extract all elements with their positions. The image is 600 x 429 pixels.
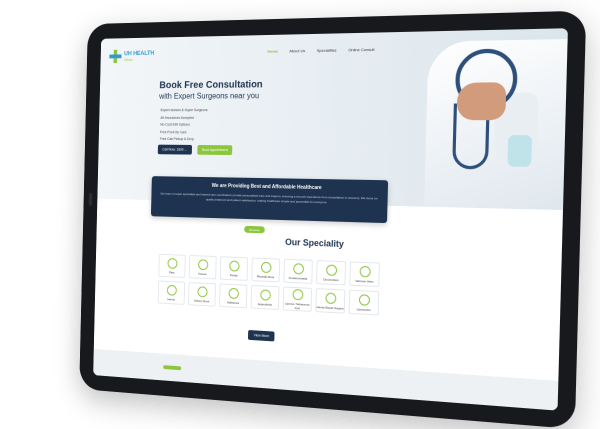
speciality-card[interactable]: Fissure	[188, 254, 217, 280]
view-more-button[interactable]: View More	[247, 329, 276, 342]
nav-item-about[interactable]: About Us	[289, 48, 305, 53]
pilonidal-icon	[260, 261, 272, 273]
speciality-card[interactable]: Varicose Veins	[349, 261, 380, 288]
main-menu: Home About Us Specialities Online Consul…	[267, 47, 374, 54]
speciality-card[interactable]: Piles	[158, 253, 186, 278]
list-item: No-Cost EMI Options	[160, 122, 190, 127]
tablet-frame: UH HEALTH Clinic Home About Us Specialit…	[79, 10, 587, 429]
footer-pill	[163, 365, 182, 371]
gynaecomastia-icon	[292, 262, 304, 275]
gallstones-icon	[228, 287, 239, 299]
tablet-screen: UH HEALTH Clinic Home About Us Specialit…	[93, 28, 568, 411]
hero-title: Book Free Consultation	[159, 79, 263, 92]
hero-appointment-button[interactable]: Book Appointment	[197, 144, 233, 156]
kidney-stone-icon	[196, 285, 208, 297]
liposuction-icon	[358, 293, 370, 306]
list-item: Expert doctors & Super Surgeons	[160, 108, 208, 113]
hero-subtitle: with Expert Surgeons near you	[159, 91, 260, 101]
speciality-card[interactable]: Fistula	[219, 256, 249, 281]
speciality-card[interactable]: Hernia Repair Surgery	[315, 288, 346, 314]
hernia-repair-icon	[324, 292, 336, 304]
appendicitis-icon	[259, 288, 271, 301]
call-now-button[interactable]: Call Now: 1800 ...	[157, 144, 192, 155]
logo-text: UH HEALTH	[124, 50, 155, 57]
circumcision-icon	[325, 263, 337, 276]
footer-strip	[93, 348, 559, 411]
list-item: Free Post-Op Care	[160, 129, 187, 134]
speciality-card[interactable]: Appendicitis	[250, 284, 280, 311]
list-item: Free Cab Pickup & Drop	[159, 137, 194, 142]
varicose-veins-icon	[359, 265, 371, 277]
camera-sensor	[88, 192, 93, 207]
speciality-grid: Piles Fissure Fistula Pilonidal Sinus Gy…	[157, 253, 382, 316]
speciality-card[interactable]: Kidney Stone	[188, 281, 216, 307]
speciality-card[interactable]: Pilonidal Sinus	[251, 257, 281, 283]
speciality-card[interactable]: Gynaecomastia	[283, 258, 313, 284]
nav-item-specialities[interactable]: Specialities	[317, 48, 337, 53]
piles-icon	[166, 257, 178, 269]
section-pill: Services	[244, 225, 265, 234]
speciality-card[interactable]: Liposuction	[348, 289, 380, 316]
lipoma-icon	[292, 288, 303, 300]
fistula-icon	[228, 259, 240, 272]
list-item: All Insurances Accepted	[160, 115, 194, 120]
fissure-icon	[197, 258, 208, 270]
speciality-section: Services Our Speciality Piles Fissure Fi…	[93, 198, 563, 411]
doctor-hero-image	[363, 28, 568, 211]
speciality-card[interactable]: Lipoma / Sebaceous Cyst	[282, 286, 313, 312]
speciality-card[interactable]: Hernia	[157, 280, 186, 305]
hero-feature-list: Expert doctors & Super Surgeons All Insu…	[160, 108, 208, 144]
speciality-card[interactable]: Circumcision	[316, 260, 347, 286]
banner-title: We are Providing Best and Affordable Hea…	[211, 183, 322, 192]
hernia-icon	[166, 284, 177, 296]
banner-text: Our team of super specialists and traine…	[160, 191, 378, 204]
speciality-card[interactable]: Gallstones	[219, 283, 248, 309]
nav-item-home[interactable]: Home	[267, 49, 278, 54]
site-logo[interactable]: UH HEALTH Clinic	[109, 49, 154, 63]
cross-logo-icon	[109, 50, 121, 63]
logo-subtext: Clinic	[123, 56, 133, 62]
healthcare-banner: We are Providing Best and Affordable Hea…	[150, 176, 389, 224]
